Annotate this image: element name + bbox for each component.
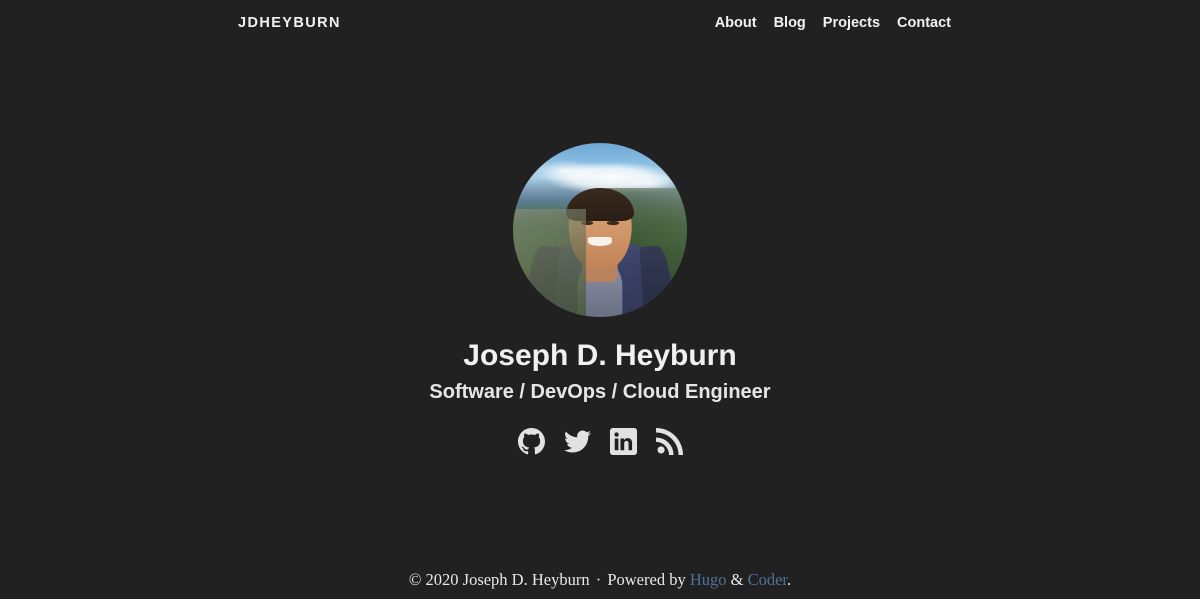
footer-ampersand: & [730, 570, 744, 589]
footer-period: . [787, 570, 792, 589]
twitter-icon[interactable] [563, 428, 591, 455]
footer-separator: · [595, 570, 602, 589]
site-footer: © 2020 Joseph D. Heyburn · Powered by Hu… [0, 568, 1200, 591]
page-title: Joseph D. Heyburn [463, 339, 737, 372]
profile-tagline: Software / DevOps / Cloud Engineer [429, 381, 771, 403]
footer-link-coder[interactable]: Coder [748, 570, 787, 589]
github-icon[interactable] [517, 428, 545, 455]
footer-link-hugo[interactable]: Hugo [690, 570, 727, 589]
linkedin-icon[interactable] [609, 428, 637, 455]
footer-copyright: © 2020 Joseph D. Heyburn [408, 570, 590, 589]
avatar-smile [587, 236, 613, 246]
profile-main: Joseph D. Heyburn Software / DevOps / Cl… [0, 0, 1200, 560]
avatar [513, 143, 687, 317]
rss-icon[interactable] [655, 428, 683, 455]
avatar-photo [513, 143, 687, 317]
avatar-hair [566, 188, 634, 222]
social-links [0, 428, 1200, 455]
footer-powered-by: Powered by [607, 570, 686, 589]
